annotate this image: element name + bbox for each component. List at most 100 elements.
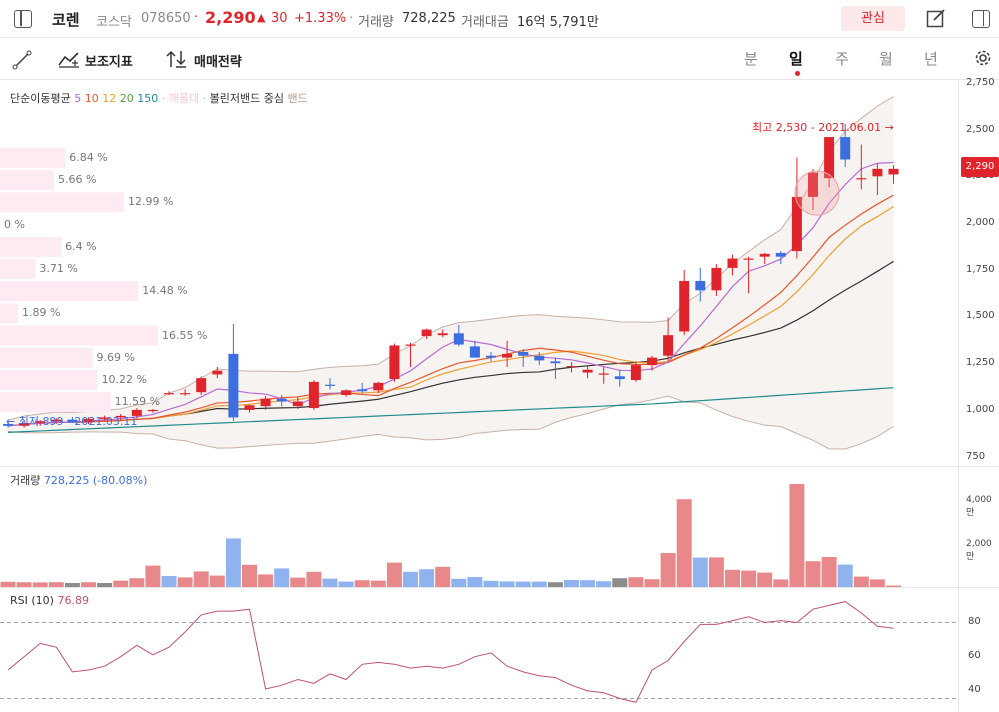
price-chart[interactable] bbox=[0, 81, 958, 466]
candle-body bbox=[196, 378, 207, 393]
candle-body bbox=[469, 346, 480, 358]
candle-body bbox=[244, 405, 255, 410]
volume-bar bbox=[773, 579, 789, 587]
volume-bar bbox=[274, 568, 290, 587]
price-axis-tick: 1,250 bbox=[966, 357, 995, 369]
candle-body bbox=[695, 280, 706, 291]
volume-bar bbox=[193, 571, 209, 587]
candle-body bbox=[856, 178, 867, 180]
price-pane[interactable]: 단순이동평균 5 10 12 20 150 · 매물대 · 볼린저밴드 중심 밴… bbox=[0, 81, 958, 466]
candle-body bbox=[840, 137, 851, 160]
volume-bar bbox=[869, 579, 885, 587]
volume-profile-bar bbox=[0, 192, 125, 213]
separator-dot: · bbox=[194, 10, 199, 25]
timeframe-minute[interactable]: 분 bbox=[744, 48, 758, 69]
volume-profile-bar bbox=[0, 347, 93, 368]
strategy-icon[interactable] bbox=[166, 50, 188, 72]
volume-bar bbox=[612, 578, 628, 587]
volume-profile-bar bbox=[0, 148, 66, 168]
market-name: 코스닥 bbox=[96, 15, 132, 30]
rsi-pane-label: RSI (10) bbox=[10, 594, 54, 607]
drawing-tool-icon[interactable] bbox=[12, 50, 32, 74]
candle-body bbox=[711, 267, 722, 291]
volume-bar bbox=[676, 499, 692, 587]
candle-body bbox=[228, 353, 239, 418]
candle-body bbox=[502, 353, 513, 358]
volume-pane[interactable]: 거래량 728,225 (-80.08%) bbox=[0, 467, 958, 587]
volume-profile-percent: 11.59 % bbox=[114, 395, 161, 409]
volume-bar bbox=[145, 565, 161, 587]
indicator-legend: 단순이동평균 5 10 12 20 150 · 매물대 · 볼린저밴드 중심 밴… bbox=[10, 92, 308, 105]
candle-body bbox=[405, 344, 416, 346]
high-annotation: 최고 2,530 - 2021.06.01 → bbox=[752, 121, 894, 134]
rsi-chart[interactable] bbox=[0, 588, 958, 712]
volume-bar bbox=[580, 580, 596, 587]
signal-highlight bbox=[794, 170, 840, 216]
active-timeframe-dot bbox=[795, 71, 800, 76]
volume-profile-percent: 0 % bbox=[4, 217, 25, 231]
volume-axis-tick: 2,000만 bbox=[966, 539, 992, 562]
volume-bar bbox=[821, 557, 837, 587]
bollinger-band: 밴드 bbox=[287, 92, 308, 105]
volume-bar bbox=[322, 578, 338, 587]
sma-period-10: 10 bbox=[84, 92, 99, 105]
volume-bar bbox=[209, 575, 225, 587]
strategy-button[interactable]: 매매전략 bbox=[194, 51, 242, 70]
volume-bar bbox=[741, 570, 757, 587]
candle-body bbox=[647, 357, 657, 366]
timeframe-week[interactable]: 주 bbox=[835, 48, 849, 69]
volume-bar bbox=[354, 580, 370, 587]
candle-body bbox=[389, 345, 400, 380]
timeframe-year[interactable]: 년 bbox=[924, 48, 938, 69]
volume-bar bbox=[644, 579, 660, 587]
timeframe-month[interactable]: 월 bbox=[879, 48, 893, 69]
volume-bar bbox=[419, 569, 435, 587]
volume-profile-label: 매물대 bbox=[168, 92, 200, 105]
volume-bar bbox=[805, 561, 821, 587]
volume-profile-bar bbox=[0, 281, 139, 302]
panel-toggle-icon[interactable] bbox=[972, 10, 990, 28]
volume-bar bbox=[451, 578, 467, 587]
candle-body bbox=[260, 398, 271, 407]
candle-body bbox=[341, 390, 352, 395]
indicator-icon[interactable] bbox=[58, 50, 80, 72]
rsi-pane[interactable]: RSI (10) 76.89 bbox=[0, 588, 958, 712]
price-axis-tick: 1,750 bbox=[966, 263, 995, 275]
change-value: 30 bbox=[271, 11, 288, 26]
volume-profile-percent: 14.48 % bbox=[142, 284, 188, 298]
candle-body bbox=[598, 373, 609, 375]
candle-body bbox=[888, 168, 899, 175]
candle-body bbox=[373, 382, 384, 391]
amount-label: 거래대금 bbox=[461, 15, 509, 30]
volume-bar bbox=[628, 577, 644, 587]
stock-name: 코렌 bbox=[52, 11, 80, 29]
candle-body bbox=[180, 393, 191, 395]
candle-body bbox=[276, 398, 287, 402]
volume-bar bbox=[306, 571, 322, 587]
watch-button[interactable]: 관심 bbox=[841, 6, 905, 31]
rsi-line bbox=[7, 601, 894, 703]
volume-value: 728,225 bbox=[402, 11, 456, 26]
edit-icon[interactable] bbox=[926, 8, 946, 28]
rsi-axis: 80 60 40 bbox=[958, 588, 999, 712]
sma-period-12: 12 bbox=[102, 92, 117, 105]
price-axis-tick: 2,000 bbox=[966, 217, 995, 229]
settings-gear-icon[interactable] bbox=[973, 48, 993, 72]
volume-profile-percent: 6.4 % bbox=[65, 239, 97, 253]
timeframe-day[interactable]: 일 bbox=[789, 48, 803, 69]
candle-body bbox=[518, 351, 529, 356]
volume-bar bbox=[161, 576, 177, 587]
volume-axis-tick: 4,000만 bbox=[966, 495, 992, 518]
candle-body bbox=[775, 252, 786, 257]
volume-bar bbox=[708, 557, 724, 587]
volume-profile-percent: 1.89 % bbox=[22, 306, 61, 320]
volume-bar bbox=[853, 576, 869, 587]
sidebar-toggle-icon[interactable] bbox=[14, 10, 32, 28]
price-axis-tick: 2,500 bbox=[966, 123, 995, 135]
indicator-button[interactable]: 보조지표 bbox=[85, 51, 133, 70]
price-axis: 2,7502,5002,2502,0001,7501,5001,2501,000… bbox=[958, 77, 999, 466]
volume-bar bbox=[290, 577, 306, 587]
rsi-axis-tick: 60 bbox=[968, 650, 981, 661]
rsi-axis-tick: 40 bbox=[968, 684, 981, 695]
current-price: 2,290 bbox=[205, 8, 256, 27]
